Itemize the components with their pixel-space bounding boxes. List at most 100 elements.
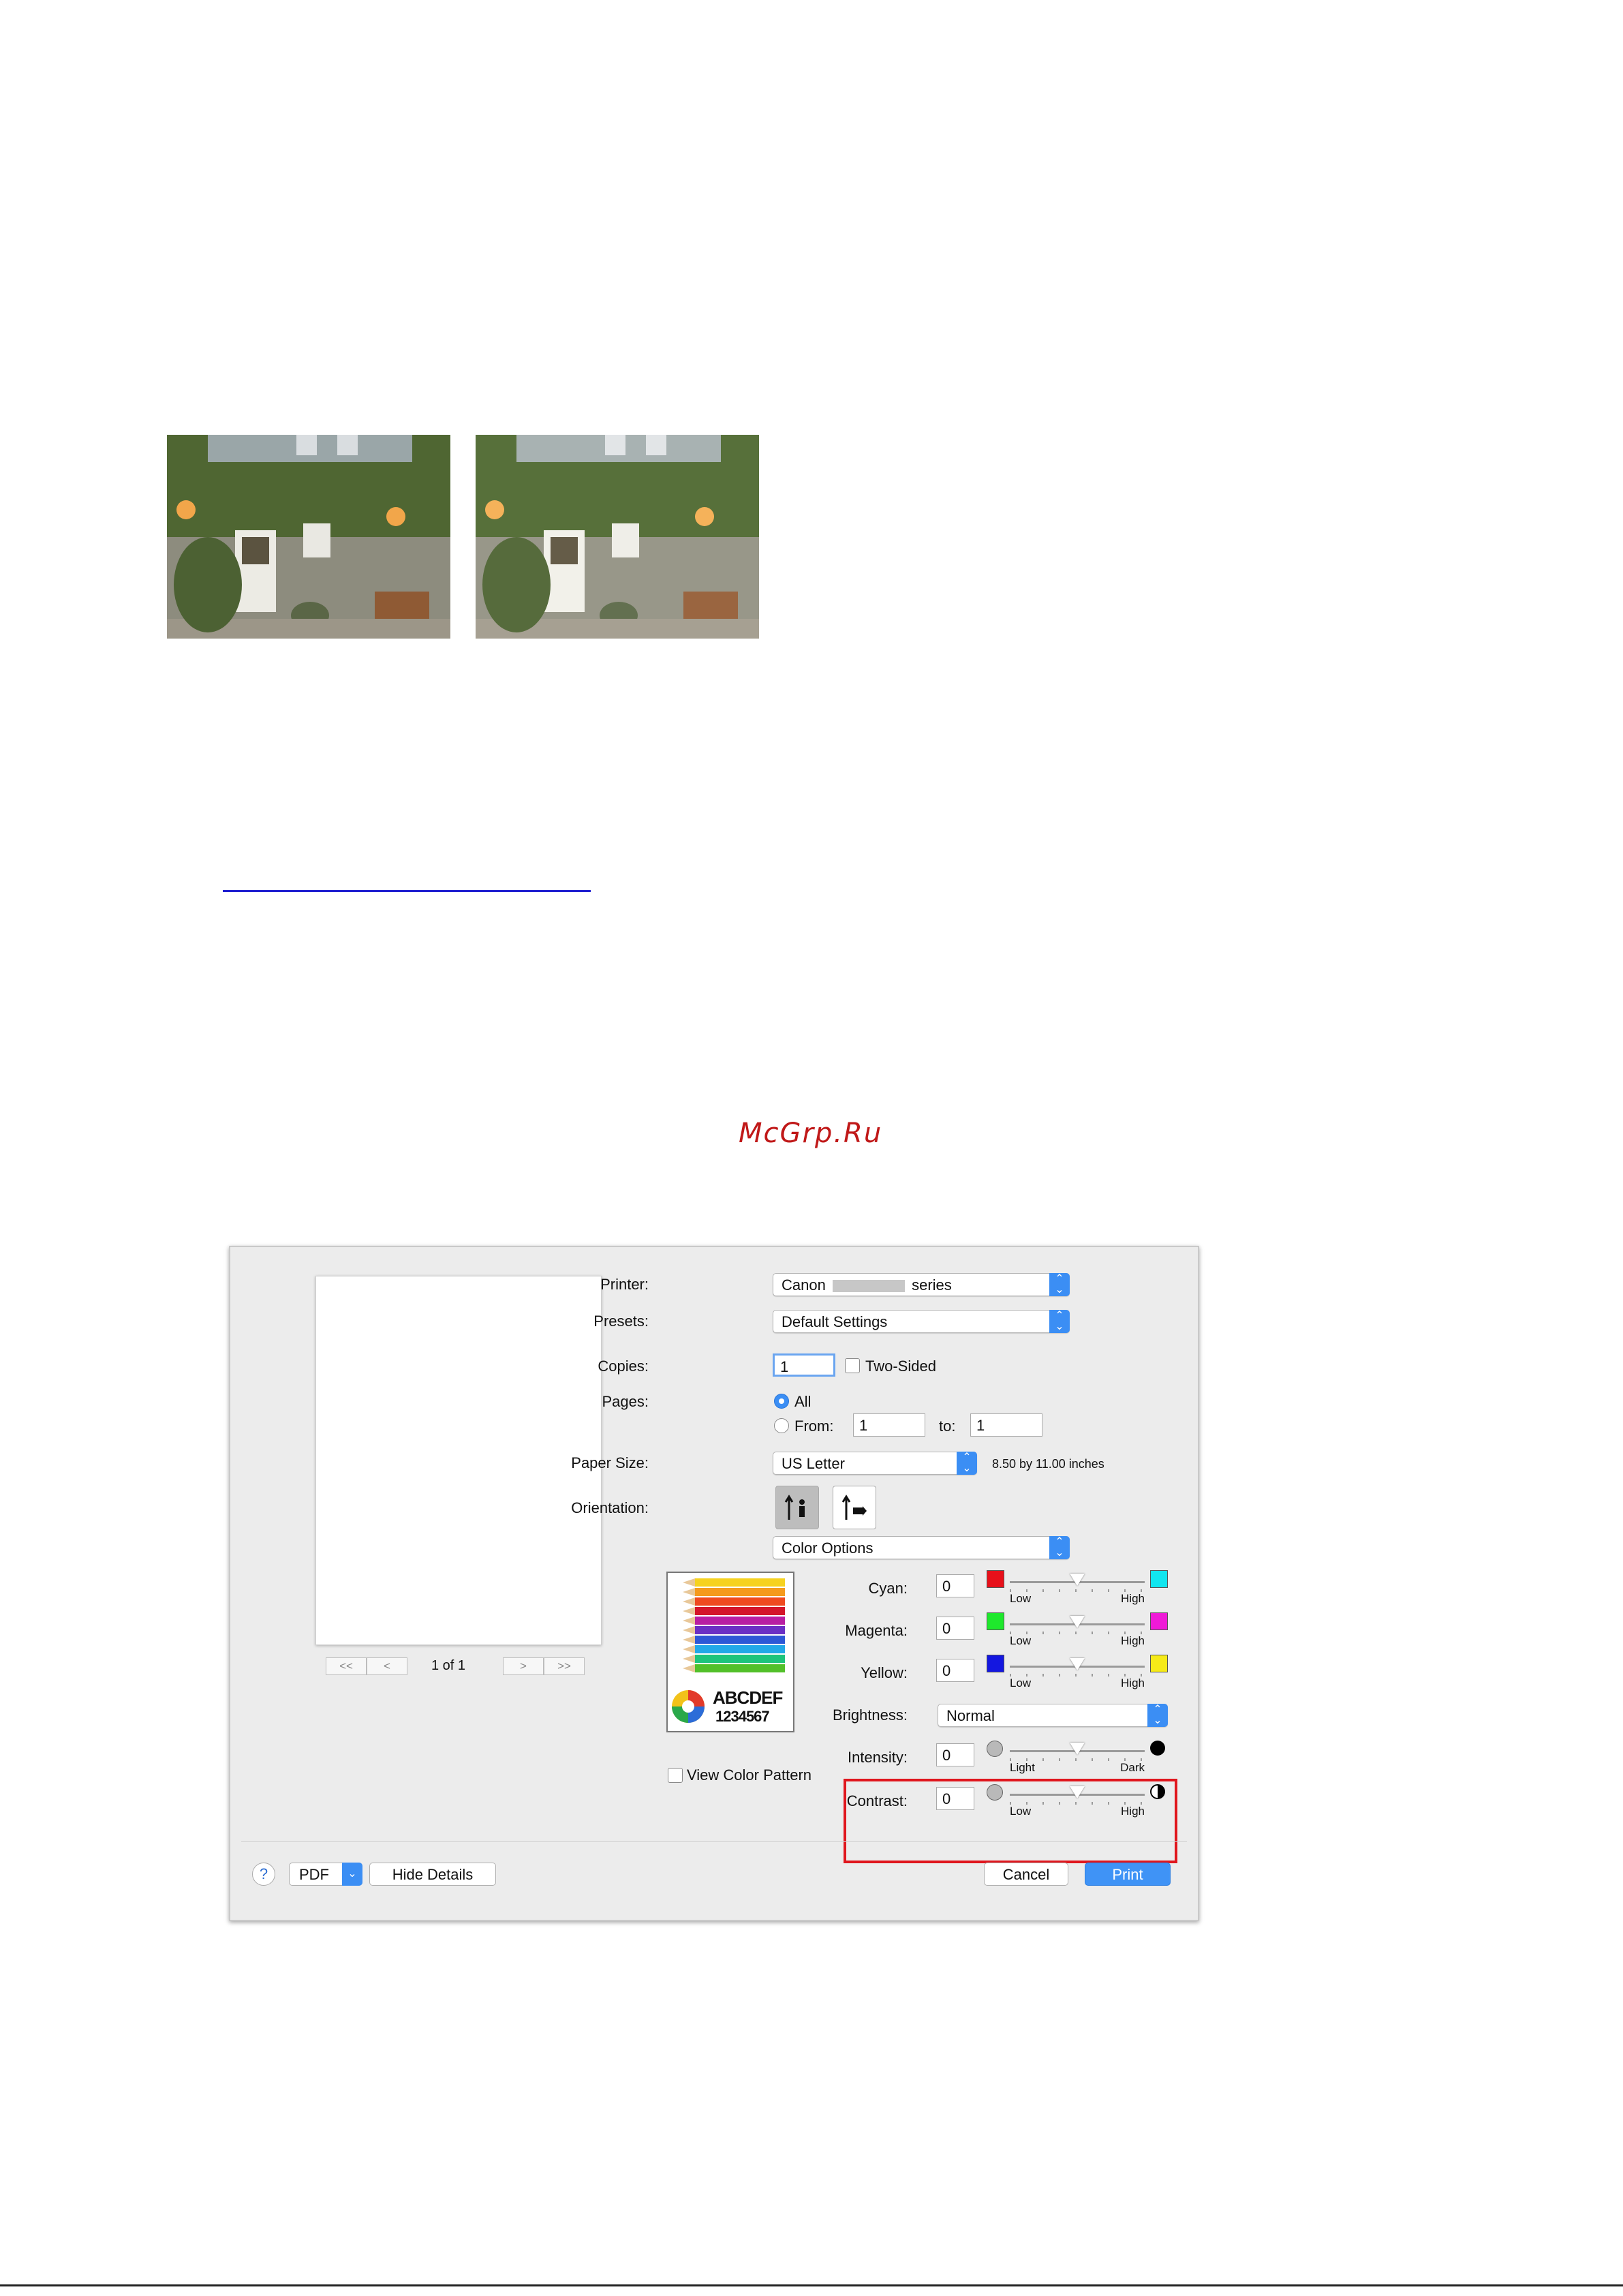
popup-stepper-icon: ⌃ ⌄ bbox=[1049, 1310, 1070, 1333]
copies-label: Copies: bbox=[598, 1358, 649, 1375]
pages-to-field[interactable]: 1 bbox=[970, 1413, 1042, 1437]
dark-icon bbox=[1150, 1741, 1165, 1756]
building-photo-image bbox=[167, 435, 450, 639]
chevron-down-icon: ⌄ bbox=[342, 1863, 362, 1886]
slider-knob[interactable] bbox=[1070, 1574, 1085, 1586]
yellow-label: Yellow: bbox=[861, 1664, 908, 1681]
pattern-numbers: 1234567 bbox=[715, 1708, 770, 1725]
pages-from-field[interactable]: 1 bbox=[853, 1413, 925, 1437]
brightness-popup[interactable]: Normal ⌃ ⌄ bbox=[938, 1704, 1168, 1727]
next-page-button[interactable]: > bbox=[503, 1657, 544, 1675]
intensity-slider[interactable]: Light Dark bbox=[1010, 1741, 1145, 1774]
printer-model-redacted bbox=[832, 1280, 905, 1293]
cyan-label: Cyan: bbox=[868, 1580, 908, 1597]
presets-label: Presets: bbox=[593, 1313, 649, 1330]
pages-from-label: From: bbox=[794, 1418, 834, 1435]
cyan-low-label: Low bbox=[1010, 1592, 1032, 1605]
presets-value: Default Settings bbox=[782, 1313, 888, 1330]
printer-name-prefix: Canon bbox=[782, 1276, 826, 1294]
pages-all-label: All bbox=[794, 1393, 812, 1410]
intensity-high-label: Dark bbox=[1120, 1761, 1145, 1774]
photo-before bbox=[167, 435, 450, 639]
magenta-low-label: Low bbox=[1010, 1634, 1032, 1647]
cyan-slider[interactable]: Low High bbox=[1010, 1572, 1145, 1605]
pdf-button[interactable]: PDF ⌄ bbox=[289, 1863, 362, 1886]
yellow-high-label: High bbox=[1121, 1677, 1145, 1689]
paper-size-value: US Letter bbox=[782, 1455, 845, 1472]
intensity-low-label: Light bbox=[1010, 1761, 1035, 1774]
pages-from-radio[interactable] bbox=[774, 1418, 789, 1433]
copies-field[interactable]: 1 bbox=[773, 1353, 835, 1377]
print-button[interactable]: Print bbox=[1085, 1863, 1171, 1886]
magenta-high-swatch bbox=[1150, 1612, 1168, 1630]
popup-stepper-icon: ⌃ ⌄ bbox=[1049, 1536, 1070, 1559]
yellow-low-label: Low bbox=[1010, 1677, 1032, 1689]
section-popup[interactable]: Color Options ⌃ ⌄ bbox=[773, 1536, 1070, 1559]
document-link[interactable] bbox=[223, 890, 591, 892]
slider-knob[interactable] bbox=[1070, 1616, 1085, 1628]
presets-popup[interactable]: Default Settings ⌃ ⌄ bbox=[773, 1310, 1070, 1333]
cyan-field[interactable]: 0 bbox=[936, 1574, 974, 1597]
pages-all-radio[interactable] bbox=[774, 1394, 789, 1409]
orientation-landscape-button[interactable] bbox=[833, 1486, 876, 1529]
preview-nav-right: > >> bbox=[503, 1657, 585, 1675]
yellow-high-swatch bbox=[1150, 1655, 1168, 1672]
yellow-field[interactable]: 0 bbox=[936, 1659, 974, 1682]
brightness-label: Brightness: bbox=[832, 1706, 908, 1724]
orientation-portrait-button[interactable] bbox=[775, 1486, 819, 1529]
slider-knob[interactable] bbox=[1070, 1658, 1085, 1670]
watermark: McGrp.Ru bbox=[739, 1118, 883, 1149]
slider-knob[interactable] bbox=[1070, 1743, 1085, 1755]
cyan-high-swatch bbox=[1150, 1570, 1168, 1588]
popup-stepper-icon: ⌃ ⌄ bbox=[1147, 1704, 1168, 1727]
first-page-button[interactable]: << bbox=[326, 1657, 367, 1675]
orientation-label: Orientation: bbox=[571, 1499, 649, 1516]
preview-nav-left: << < bbox=[326, 1657, 407, 1675]
color-pattern-thumbnail: ABCDEF 1234567 bbox=[666, 1572, 794, 1732]
pages-to-label: to: bbox=[939, 1418, 956, 1435]
previous-page-button[interactable]: < bbox=[367, 1657, 407, 1675]
cyan-high-label: High bbox=[1121, 1592, 1145, 1605]
two-sided-label: Two-Sided bbox=[865, 1358, 936, 1375]
yellow-slider[interactable]: Low High bbox=[1010, 1656, 1145, 1689]
view-color-pattern-label: View Color Pattern bbox=[687, 1766, 812, 1784]
printer-label: Printer: bbox=[600, 1276, 649, 1293]
printer-popup[interactable]: Canon series ⌃ ⌄ bbox=[773, 1273, 1070, 1296]
landscape-icon bbox=[841, 1495, 867, 1520]
paper-dimensions: 8.50 by 11.00 inches bbox=[992, 1457, 1104, 1471]
brightness-value: Normal bbox=[946, 1707, 995, 1724]
magenta-slider[interactable]: Low High bbox=[1010, 1614, 1145, 1647]
magenta-low-swatch bbox=[987, 1612, 1004, 1630]
popup-stepper-icon: ⌃ ⌄ bbox=[1049, 1273, 1070, 1296]
footer-divider bbox=[241, 1841, 1187, 1842]
cyan-low-swatch bbox=[987, 1570, 1004, 1588]
printer-name-suffix: series bbox=[912, 1276, 952, 1294]
pdf-label: PDF bbox=[299, 1866, 329, 1883]
paper-size-popup[interactable]: US Letter ⌃ ⌄ bbox=[773, 1452, 977, 1475]
hide-details-button[interactable]: Hide Details bbox=[369, 1863, 496, 1886]
building-photo-image bbox=[476, 435, 759, 639]
pattern-letters: ABCDEF bbox=[713, 1687, 783, 1708]
help-button[interactable]: ? bbox=[252, 1863, 275, 1886]
magenta-label: Magenta: bbox=[845, 1622, 908, 1639]
contrast-highlight-box bbox=[844, 1779, 1177, 1863]
paper-size-label: Paper Size: bbox=[571, 1454, 649, 1471]
magenta-high-label: High bbox=[1121, 1634, 1145, 1647]
intensity-field[interactable]: 0 bbox=[936, 1743, 974, 1766]
portrait-icon bbox=[784, 1495, 805, 1520]
page-footer-divider bbox=[0, 2284, 1623, 2286]
page-count: 1 of 1 bbox=[431, 1658, 466, 1673]
photo-after bbox=[476, 435, 759, 639]
section-value: Color Options bbox=[782, 1540, 874, 1557]
intensity-label: Intensity: bbox=[847, 1749, 908, 1766]
yellow-low-swatch bbox=[987, 1655, 1004, 1672]
view-color-pattern-checkbox[interactable] bbox=[668, 1768, 683, 1783]
last-page-button[interactable]: >> bbox=[544, 1657, 585, 1675]
pages-label: Pages: bbox=[602, 1393, 649, 1410]
two-sided-checkbox[interactable] bbox=[845, 1358, 860, 1373]
popup-stepper-icon: ⌃ ⌄ bbox=[957, 1452, 977, 1475]
cancel-button[interactable]: Cancel bbox=[984, 1863, 1068, 1886]
print-dialog: << < 1 of 1 > >> Printer: Canon series ⌃… bbox=[229, 1246, 1199, 1921]
magenta-field[interactable]: 0 bbox=[936, 1617, 974, 1640]
print-preview-page bbox=[315, 1276, 602, 1645]
